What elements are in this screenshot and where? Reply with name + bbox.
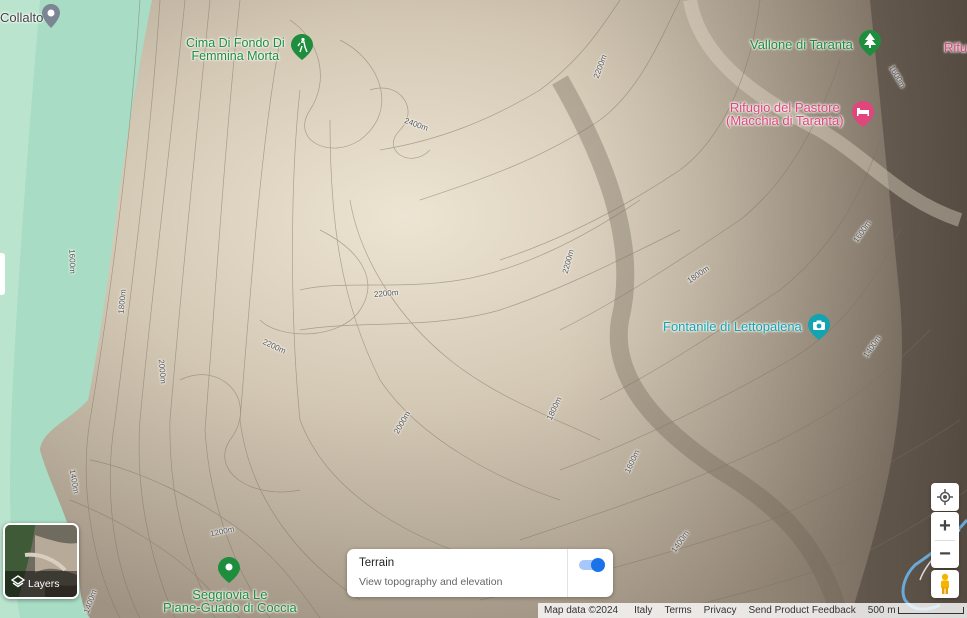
zoom-in-button[interactable]: + <box>931 512 959 540</box>
hiking-icon[interactable] <box>291 34 313 65</box>
pegman-icon <box>941 573 949 594</box>
place-cima-di-fondo[interactable]: Cima Di Fondo Di Femmina Morta <box>186 37 285 63</box>
place-pin-icon[interactable] <box>218 557 240 588</box>
privacy-link[interactable]: Privacy <box>704 605 737 616</box>
plus-icon: + <box>939 514 951 537</box>
zoom-divider <box>935 540 955 541</box>
scale-bar[interactable] <box>897 607 964 614</box>
contour-label: 1800m <box>116 288 128 315</box>
feedback-link[interactable]: Send Product Feedback <box>748 605 855 616</box>
zoom-controls: + − <box>931 512 959 568</box>
map-footer: Map data ©2024 Italy Terms Privacy Send … <box>538 603 967 618</box>
camera-icon[interactable] <box>808 314 830 345</box>
place-collalto[interactable]: Collalto <box>0 11 43 24</box>
tree-icon[interactable] <box>859 30 881 61</box>
country-link[interactable]: Italy <box>634 605 652 616</box>
scale-label[interactable]: 500 m <box>868 605 896 616</box>
contour-label: 2000m <box>156 358 168 385</box>
map-data-attribution: Map data ©2024 <box>544 605 619 616</box>
place-rifu[interactable]: Rifu <box>944 41 967 54</box>
place-name-line: Piane-Guado di Coccia <box>163 600 297 615</box>
place-rifugio-del-pastore[interactable]: Rifugio del Pastore (Macchia di Taranta) <box>726 101 844 127</box>
place-fontanile-di-lettopalena[interactable]: Fontanile di Lettopalena <box>663 320 802 333</box>
layers-icon <box>10 575 26 594</box>
terrain-subtitle: View topography and elevation <box>359 576 503 588</box>
place-name-line: Femmina Morta <box>191 49 280 63</box>
side-panel-toggle[interactable] <box>0 253 5 295</box>
terms-link[interactable]: Terms <box>664 605 691 616</box>
lodging-icon[interactable] <box>852 101 874 132</box>
layers-button[interactable]: Layers <box>3 523 79 599</box>
terrain-title: Terrain <box>359 557 395 569</box>
minus-icon: − <box>939 542 951 565</box>
place-pin-icon[interactable] <box>42 4 60 33</box>
contour-label: 2200m <box>373 287 399 300</box>
contour-label: 1600m <box>67 249 78 274</box>
terrain-divider <box>567 549 568 597</box>
terrain-toggle[interactable] <box>579 558 605 572</box>
terrain-map[interactable] <box>0 0 967 618</box>
layers-label: Layers <box>28 578 60 590</box>
place-name-line: (Macchia di Taranta) <box>726 113 844 128</box>
my-location-button[interactable] <box>931 483 959 511</box>
crosshair-icon <box>937 489 953 505</box>
place-name-line: Cima Di Fondo Di <box>186 36 285 50</box>
terrain-card[interactable]: Terrain View topography and elevation <box>347 549 613 597</box>
street-view-pegman[interactable] <box>931 570 959 598</box>
zoom-out-button[interactable]: − <box>931 540 959 568</box>
place-vallone-di-taranta[interactable]: Vallone di Taranta <box>750 38 853 51</box>
place-seggiovia[interactable]: Seggiovia Le Piane-Guado di Coccia <box>163 588 297 614</box>
